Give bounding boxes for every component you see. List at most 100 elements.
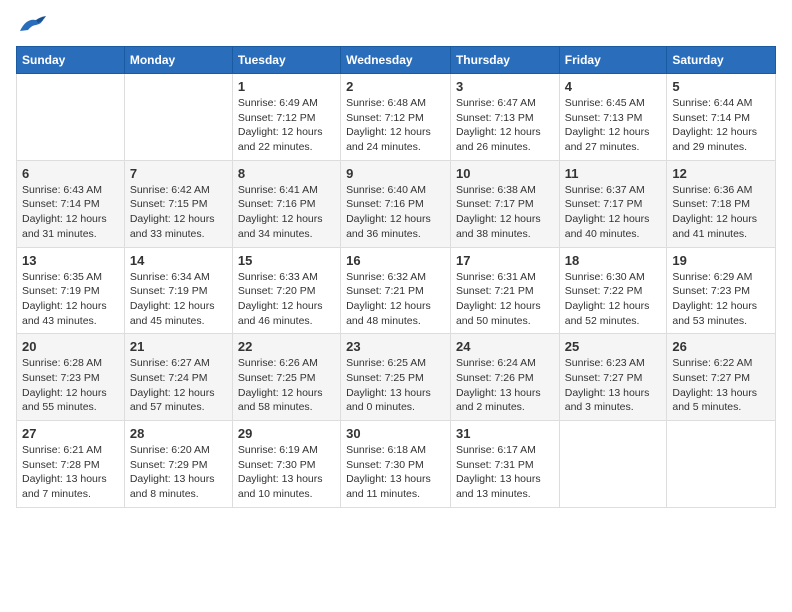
calendar-cell: 23Sunrise: 6:25 AM Sunset: 7:25 PM Dayli… (341, 334, 451, 421)
day-info: Sunrise: 6:22 AM Sunset: 7:27 PM Dayligh… (672, 356, 770, 415)
day-info: Sunrise: 6:31 AM Sunset: 7:21 PM Dayligh… (456, 270, 554, 329)
calendar-cell: 26Sunrise: 6:22 AM Sunset: 7:27 PM Dayli… (667, 334, 776, 421)
day-number: 15 (238, 253, 335, 268)
calendar-cell: 21 Sunrise: 6:27 AM Sunset: 7:24 PM Dayli… (124, 334, 232, 421)
day-number: 9 (346, 166, 445, 181)
day-number: 1 (238, 79, 335, 94)
calendar-cell: 1 Sunrise: 6:49 AM Sunset: 7:12 PM Daylig… (232, 74, 340, 161)
day-info: Sunrise: 6:38 AM Sunset: 7:17 PM Dayligh… (456, 183, 554, 242)
calendar-row: 27 Sunrise: 6:21 AM Sunset: 7:28 PM Dayli… (17, 421, 776, 508)
calendar-row: 1 Sunrise: 6:49 AM Sunset: 7:12 PM Daylig… (17, 74, 776, 161)
weekday-header-thursday: Thursday (450, 47, 559, 74)
day-info: Sunrise: 6:23 AM Sunset: 7:27 PM Dayligh… (565, 356, 662, 415)
calendar-cell: 3 Sunrise: 6:47 AM Sunset: 7:13 PM Daylig… (450, 74, 559, 161)
day-number: 10 (456, 166, 554, 181)
calendar-cell: 22Sunrise: 6:26 AM Sunset: 7:25 PM Dayli… (232, 334, 340, 421)
calendar-cell: 6Sunrise: 6:43 AM Sunset: 7:14 PM Daylig… (17, 160, 125, 247)
day-info: Sunrise: 6:29 AM Sunset: 7:23 PM Dayligh… (672, 270, 770, 329)
calendar-cell: 13Sunrise: 6:35 AM Sunset: 7:19 PM Dayli… (17, 247, 125, 334)
day-number: 17 (456, 253, 554, 268)
calendar-row: 13Sunrise: 6:35 AM Sunset: 7:19 PM Dayli… (17, 247, 776, 334)
calendar-cell: 20 Sunrise: 6:28 AM Sunset: 7:23 PM Dayli… (17, 334, 125, 421)
day-info: Sunrise: 6:37 AM Sunset: 7:17 PM Dayligh… (565, 183, 662, 242)
day-number: 27 (22, 426, 119, 441)
day-info: Sunrise: 6:34 AM Sunset: 7:19 PM Dayligh… (130, 270, 227, 329)
weekday-header-friday: Friday (559, 47, 667, 74)
day-info: Sunrise: 6:45 AM Sunset: 7:13 PM Dayligh… (565, 96, 662, 155)
day-info: Sunrise: 6:35 AM Sunset: 7:19 PM Dayligh… (22, 270, 119, 329)
calendar-cell: 29 Sunrise: 6:19 AM Sunset: 7:30 PM Dayli… (232, 421, 340, 508)
day-number: 19 (672, 253, 770, 268)
day-info: Sunrise: 6:32 AM Sunset: 7:21 PM Dayligh… (346, 270, 445, 329)
day-number: 29 (238, 426, 335, 441)
day-number: 31 (456, 426, 554, 441)
calendar-cell: 30 Sunrise: 6:18 AM Sunset: 7:30 PM Dayli… (341, 421, 451, 508)
calendar-cell (124, 74, 232, 161)
day-number: 30 (346, 426, 445, 441)
day-info: Sunrise: 6:19 AM Sunset: 7:30 PM Dayligh… (238, 443, 335, 502)
calendar-table: SundayMondayTuesdayWednesdayThursdayFrid… (16, 46, 776, 508)
day-info: Sunrise: 6:30 AM Sunset: 7:22 PM Dayligh… (565, 270, 662, 329)
day-number: 11 (565, 166, 662, 181)
weekday-header-tuesday: Tuesday (232, 47, 340, 74)
day-info: Sunrise: 6:42 AM Sunset: 7:15 PM Dayligh… (130, 183, 227, 242)
weekday-header-saturday: Saturday (667, 47, 776, 74)
calendar-cell: 7 Sunrise: 6:42 AM Sunset: 7:15 PM Daylig… (124, 160, 232, 247)
calendar-cell: 18 Sunrise: 6:30 AM Sunset: 7:22 PM Dayli… (559, 247, 667, 334)
day-info: Sunrise: 6:41 AM Sunset: 7:16 PM Dayligh… (238, 183, 335, 242)
day-info: Sunrise: 6:36 AM Sunset: 7:18 PM Dayligh… (672, 183, 770, 242)
day-info: Sunrise: 6:48 AM Sunset: 7:12 PM Dayligh… (346, 96, 445, 155)
calendar-row: 20 Sunrise: 6:28 AM Sunset: 7:23 PM Dayli… (17, 334, 776, 421)
day-number: 3 (456, 79, 554, 94)
day-number: 20 (22, 339, 119, 354)
day-number: 16 (346, 253, 445, 268)
day-number: 8 (238, 166, 335, 181)
calendar-cell: 31 Sunrise: 6:17 AM Sunset: 7:31 PM Dayli… (450, 421, 559, 508)
day-number: 7 (130, 166, 227, 181)
calendar-cell: 19 Sunrise: 6:29 AM Sunset: 7:23 PM Dayli… (667, 247, 776, 334)
day-number: 5 (672, 79, 770, 94)
day-number: 21 (130, 339, 227, 354)
day-info: Sunrise: 6:24 AM Sunset: 7:26 PM Dayligh… (456, 356, 554, 415)
day-info: Sunrise: 6:20 AM Sunset: 7:29 PM Dayligh… (130, 443, 227, 502)
calendar-cell (559, 421, 667, 508)
calendar-cell: 17 Sunrise: 6:31 AM Sunset: 7:21 PM Dayli… (450, 247, 559, 334)
day-number: 25 (565, 339, 662, 354)
weekday-header-sunday: Sunday (17, 47, 125, 74)
logo (16, 16, 46, 36)
day-info: Sunrise: 6:27 AM Sunset: 7:24 PM Dayligh… (130, 356, 227, 415)
day-info: Sunrise: 6:28 AM Sunset: 7:23 PM Dayligh… (22, 356, 119, 415)
day-number: 2 (346, 79, 445, 94)
calendar-cell: 14 Sunrise: 6:34 AM Sunset: 7:19 PM Dayli… (124, 247, 232, 334)
calendar-cell: 9Sunrise: 6:40 AM Sunset: 7:16 PM Daylig… (341, 160, 451, 247)
calendar-header: SundayMondayTuesdayWednesdayThursdayFrid… (17, 47, 776, 74)
day-info: Sunrise: 6:44 AM Sunset: 7:14 PM Dayligh… (672, 96, 770, 155)
day-info: Sunrise: 6:47 AM Sunset: 7:13 PM Dayligh… (456, 96, 554, 155)
calendar-cell (667, 421, 776, 508)
page-header (16, 16, 776, 36)
calendar-cell: 15 Sunrise: 6:33 AM Sunset: 7:20 PM Dayli… (232, 247, 340, 334)
calendar-cell: 12Sunrise: 6:36 AM Sunset: 7:18 PM Dayli… (667, 160, 776, 247)
calendar-cell (17, 74, 125, 161)
calendar-cell: 25 Sunrise: 6:23 AM Sunset: 7:27 PM Dayli… (559, 334, 667, 421)
day-info: Sunrise: 6:18 AM Sunset: 7:30 PM Dayligh… (346, 443, 445, 502)
day-info: Sunrise: 6:21 AM Sunset: 7:28 PM Dayligh… (22, 443, 119, 502)
day-info: Sunrise: 6:17 AM Sunset: 7:31 PM Dayligh… (456, 443, 554, 502)
day-number: 14 (130, 253, 227, 268)
day-info: Sunrise: 6:33 AM Sunset: 7:20 PM Dayligh… (238, 270, 335, 329)
day-number: 24 (456, 339, 554, 354)
calendar-cell: 2 Sunrise: 6:48 AM Sunset: 7:12 PM Daylig… (341, 74, 451, 161)
day-info: Sunrise: 6:25 AM Sunset: 7:25 PM Dayligh… (346, 356, 445, 415)
day-number: 6 (22, 166, 119, 181)
day-info: Sunrise: 6:49 AM Sunset: 7:12 PM Dayligh… (238, 96, 335, 155)
day-number: 28 (130, 426, 227, 441)
calendar-cell: 11 Sunrise: 6:37 AM Sunset: 7:17 PM Dayli… (559, 160, 667, 247)
day-number: 18 (565, 253, 662, 268)
day-number: 4 (565, 79, 662, 94)
weekday-header-monday: Monday (124, 47, 232, 74)
day-info: Sunrise: 6:26 AM Sunset: 7:25 PM Dayligh… (238, 356, 335, 415)
calendar-cell: 16 Sunrise: 6:32 AM Sunset: 7:21 PM Dayli… (341, 247, 451, 334)
calendar-cell: 27 Sunrise: 6:21 AM Sunset: 7:28 PM Dayli… (17, 421, 125, 508)
weekday-header-wednesday: Wednesday (341, 47, 451, 74)
calendar-cell: 8 Sunrise: 6:41 AM Sunset: 7:16 PM Daylig… (232, 160, 340, 247)
